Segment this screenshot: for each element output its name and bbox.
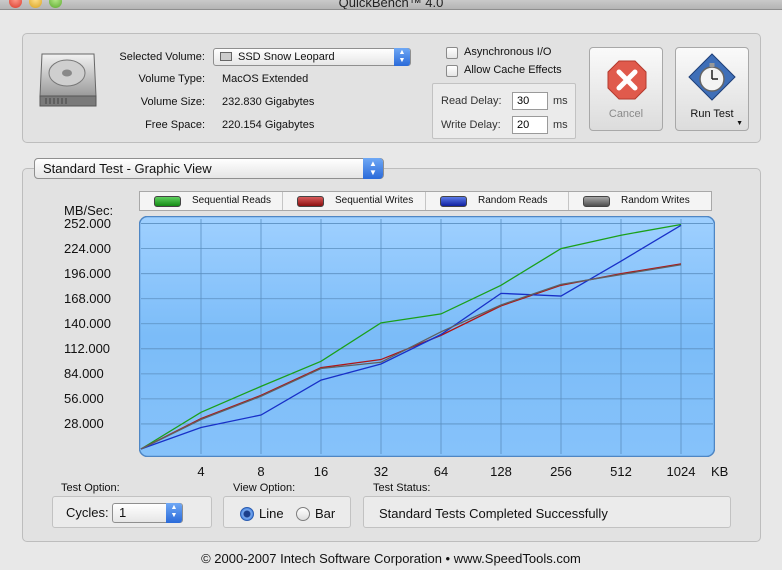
volume-size-label: Volume Size: [140,96,205,108]
cache-effects-checkbox[interactable] [446,65,458,77]
cache-effects-label: Allow Cache Effects [464,64,562,76]
write-delay-unit: ms [553,119,568,131]
test-status-box: Standard Tests Completed Successfully [363,496,731,528]
async-io-checkbox[interactable] [446,47,458,59]
read-delay-label: Read Delay: [441,95,502,107]
legend-item: Random Reads [426,192,569,210]
copyright-footer: © 2000-2007 Intech Software Corporation … [201,551,581,566]
cycles-select[interactable]: 1 ▲ ▼ [112,503,183,523]
x-tick-label: 4 [197,464,205,479]
plot-background [139,216,715,457]
x-tick-label: 8 [257,464,265,479]
read-delay-unit: ms [553,95,568,107]
read-delay-input[interactable] [512,92,548,110]
legend-swatch [440,196,467,207]
x-tick-label: 32 [373,464,389,479]
bar-radio-label: Bar [315,506,336,521]
cycles-value: 1 [119,505,127,520]
throughput-chart [139,216,715,457]
chevron-updown-icon: ▲ ▼ [394,48,410,66]
x-tick-label: 128 [490,464,512,479]
test-view-select[interactable]: Standard Test - Graphic View ▲ ▼ [34,158,384,179]
delay-group: Read Delay: ms Write Delay: ms [432,83,576,139]
test-option-label: Test Option: [61,482,120,494]
volume-type-label: Volume Type: [138,73,205,85]
write-delay-label: Write Delay: [441,119,501,131]
cycles-label: Cycles: [66,505,109,520]
legend-label: Sequential Writes [335,195,414,206]
free-space-value: 220.154 Gigabytes [222,119,315,131]
chevron-updown-icon: ▲ ▼ [363,158,383,179]
test-status-label: Test Status: [373,482,431,494]
test-view-value: Standard Test - Graphic View [43,161,212,176]
view-option-label: View Option: [233,482,296,494]
stop-icon [607,60,647,100]
run-test-button[interactable]: Run Test ▼ [675,47,749,131]
volume-select[interactable]: SSD Snow Leopard ▲ ▼ [213,48,411,66]
legend-swatch [583,196,610,207]
line-radio-label: Line [259,506,284,521]
test-status-value: Standard Tests Completed Successfully [379,506,608,521]
bar-radio[interactable] [296,507,310,521]
volume-size-value: 232.830 Gigabytes [222,96,315,108]
write-delay-input[interactable] [512,116,548,134]
view-option-group: Line Bar [223,496,351,528]
legend-swatch [297,196,324,207]
stopwatch-icon [688,53,736,101]
volume-select-value: SSD Snow Leopard [238,51,335,63]
x-tick-label: 256 [550,464,572,479]
x-tick-label: 16 [313,464,329,479]
x-tick-label: 1024 [666,464,696,479]
legend-label: Random Reads [478,195,548,206]
cancel-button-label: Cancel [608,108,644,120]
window-title: QuickBench™ 4.0 [338,0,444,10]
dropdown-triangle-icon: ▼ [736,120,743,127]
cancel-button[interactable]: Cancel [589,47,663,131]
volume-type-value: MacOS Extended [222,73,309,85]
chart-legend: Sequential Reads Sequential Writes Rando… [139,191,712,211]
legend-item: Random Writes [569,192,711,210]
legend-label: Random Writes [621,195,690,206]
selected-volume-label: Selected Volume: [119,51,205,63]
async-io-label: Asynchronous I/O [464,46,552,58]
x-tick-label: 64 [433,464,449,479]
drive-small-icon [220,52,232,61]
legend-item: Sequential Reads [140,192,283,210]
x-axis-unit: KB [711,464,729,479]
free-space-label: Free Space: [145,119,205,131]
chevron-updown-icon: ▲ ▼ [166,503,182,523]
x-tick-label: 512 [610,464,632,479]
legend-swatch [154,196,181,207]
legend-label: Sequential Reads [192,195,271,206]
test-option-group: Cycles: 1 ▲ ▼ [52,496,212,528]
title-bar: QuickBench™ 4.0 [0,0,782,10]
legend-item: Sequential Writes [283,192,426,210]
line-radio[interactable] [240,507,254,521]
run-test-button-label: Run Test [690,108,734,120]
